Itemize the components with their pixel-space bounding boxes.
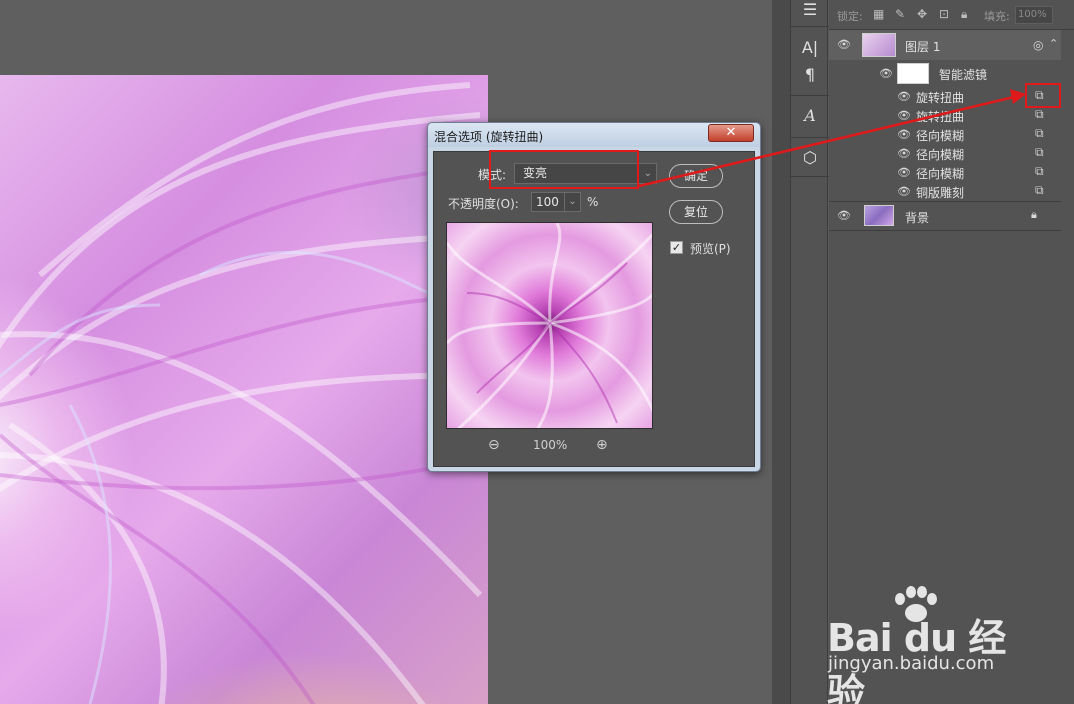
watermark-url: jingyan.baidu.com	[828, 653, 995, 674]
baidu-watermark: Bai du 经验 jingyan.baidu.com	[822, 585, 1022, 704]
